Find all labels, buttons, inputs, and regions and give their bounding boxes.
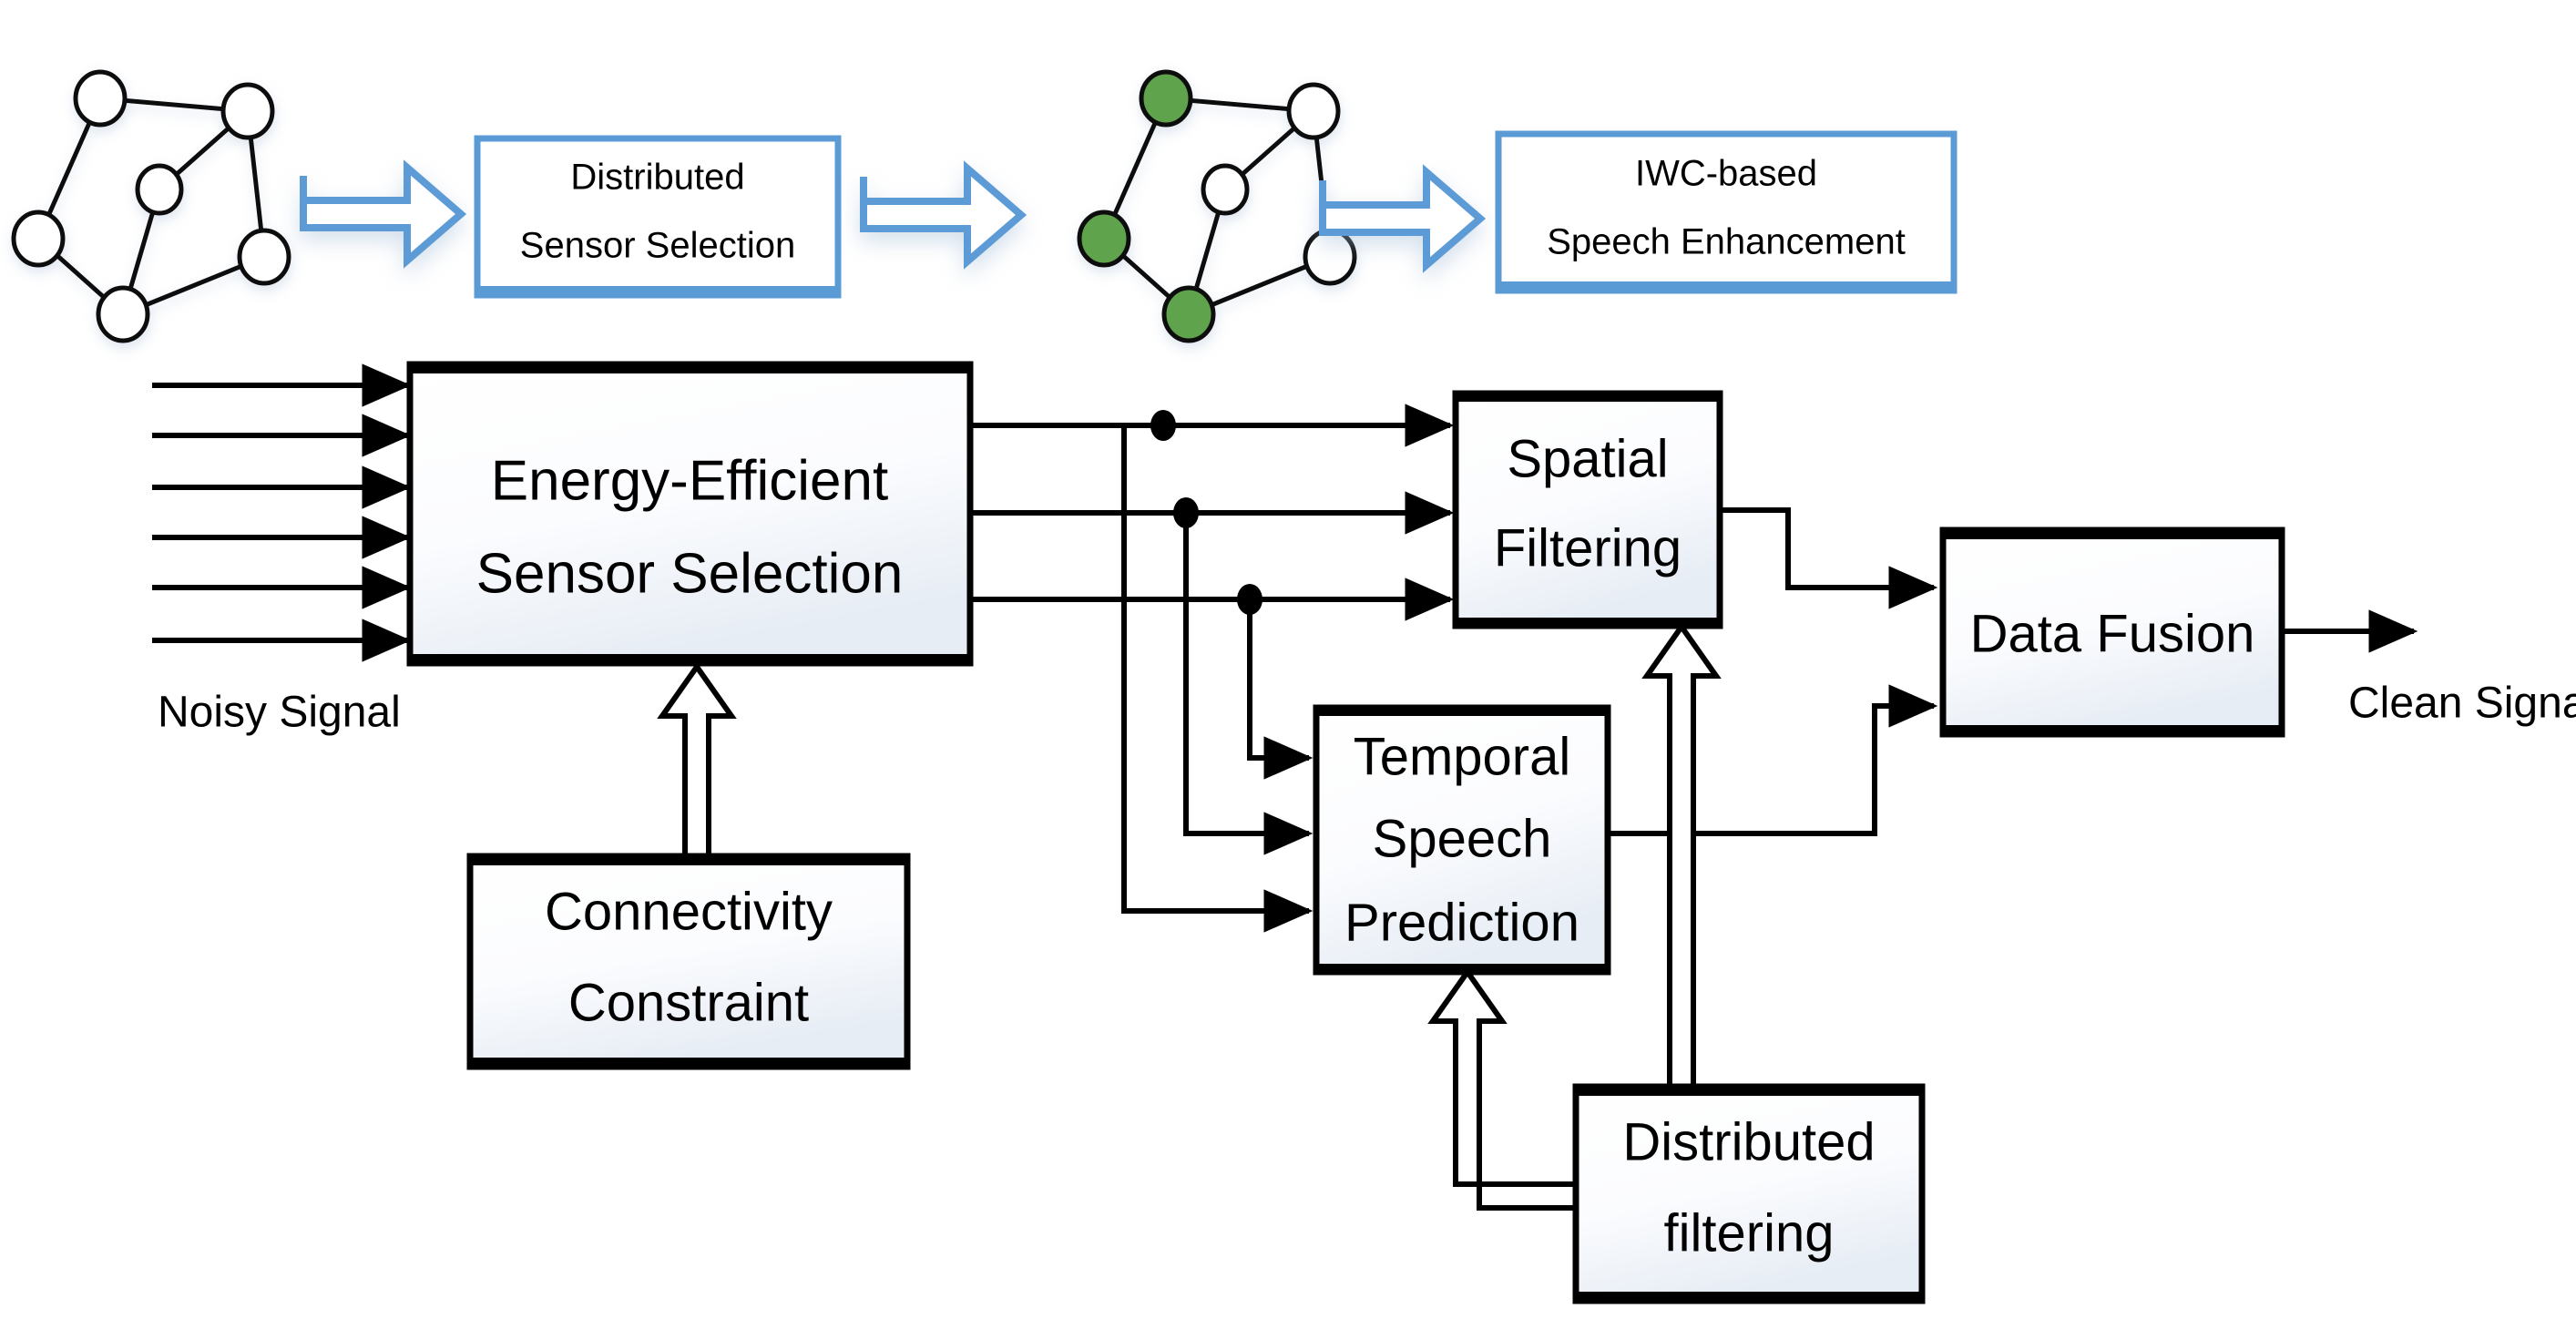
spatial-to-fusion-line: [1720, 507, 1938, 609]
sensor-selection-branch-lines: [1121, 425, 1314, 933]
data-fusion-block: Data Fusion: [1939, 527, 2285, 738]
tsp-line1: Temporal: [1354, 727, 1571, 786]
junction-dot: [1173, 497, 1199, 528]
graph-node: [11, 210, 66, 268]
clean-signal-label: Clean Signal: [2348, 680, 2576, 728]
graph-node: [1303, 228, 1357, 286]
tsp-line3: Prediction: [1344, 893, 1579, 952]
tsp-line2: Speech: [1373, 809, 1552, 868]
branch-to-tsp-top: [1247, 599, 1314, 780]
blue-block-arrow-2: [860, 160, 1027, 270]
noisy-signal-label: Noisy Signal: [158, 689, 401, 737]
sensor-network-graph-unselected: [11, 69, 291, 343]
branch-to-tsp-bottom: [1121, 425, 1314, 933]
graph-node-selected: [1077, 210, 1131, 268]
dss-box-line2: Sensor Selection: [520, 226, 795, 266]
df-line1: Data Fusion: [1970, 604, 2255, 663]
distributed-filtering-block: Distributed filtering: [1572, 1083, 1926, 1304]
graph-node: [135, 163, 184, 216]
df2-line1: Distributed: [1622, 1112, 1875, 1171]
energy-efficient-sensor-selection-block: Energy-Efficient Sensor Selection: [406, 361, 974, 667]
graph-node: [1286, 82, 1341, 140]
cc-line1: Connectivity: [545, 882, 833, 941]
iwc-box-line1: IWC-based: [1635, 154, 1817, 194]
graph-node: [96, 285, 150, 343]
ess-line2: Sensor Selection: [476, 542, 904, 605]
dss-box-line1: Distributed: [570, 158, 744, 198]
sensor-selection-output-lines: [970, 404, 1455, 621]
diagram-canvas: Distributed Sensor Selection IWC-based S…: [0, 0, 2576, 1319]
cc-line2: Constraint: [568, 973, 809, 1032]
diagram-svg: Distributed Sensor Selection IWC-based S…: [11, 69, 2576, 1304]
graph-node-selected: [1139, 69, 1193, 128]
graph-node: [1201, 163, 1250, 216]
junction-dot: [1237, 584, 1262, 615]
junction-dot: [1150, 410, 1176, 441]
distributed-sensor-selection-box: Distributed Sensor Selection: [474, 135, 842, 299]
graph-node: [220, 82, 275, 140]
graph-node-selected: [1161, 285, 1216, 343]
graph-node: [73, 69, 128, 128]
sf-line2: Filtering: [1494, 518, 1682, 578]
iwc-box-line2: Speech Enhancement: [1547, 222, 1906, 262]
blue-block-arrow-1: [300, 159, 467, 269]
ess-line1: Energy-Efficient: [491, 449, 889, 512]
connectivity-constraint-block: Connectivity Constraint: [466, 853, 911, 1070]
temporal-to-fusion-line: [1608, 684, 1938, 836]
spatial-filtering-block: Spatial Filtering: [1452, 390, 1723, 629]
distributed-to-spatial-arrow: [1641, 621, 1722, 1089]
temporal-speech-prediction-block: Temporal Speech Prediction: [1313, 704, 1611, 976]
sf-line1: Spatial: [1507, 429, 1668, 488]
sensor-network-graph-selected: [1077, 69, 1357, 343]
noisy-signal-input-arrows: [152, 363, 412, 662]
graph-node: [237, 228, 291, 286]
connectivity-to-sensor-selection-arrow: [657, 661, 737, 859]
iwc-based-speech-enhancement-box: IWC-based Speech Enhancement: [1495, 130, 1958, 294]
df2-line2: filtering: [1664, 1203, 1835, 1263]
distributed-to-temporal-arrow: [1427, 966, 1579, 1211]
